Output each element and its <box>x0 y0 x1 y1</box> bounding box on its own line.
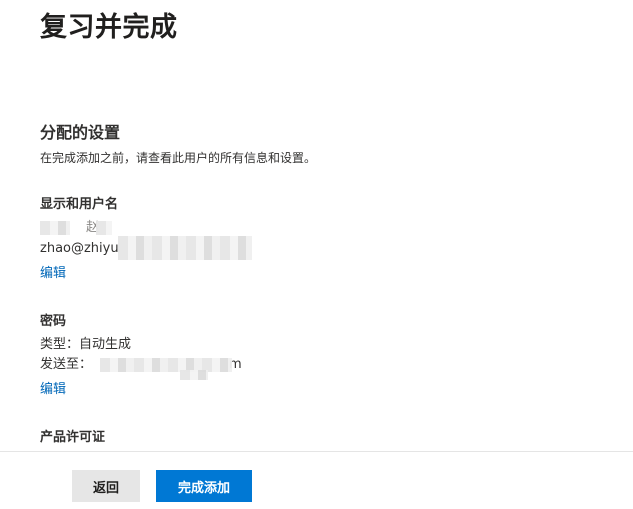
redacted-display-name <box>40 221 70 235</box>
edit-display-name-link[interactable]: 编辑 <box>40 265 66 283</box>
page-title: 复习并完成 <box>40 12 178 43</box>
redacted-username <box>118 236 252 260</box>
redacted-send-to-fragment <box>180 370 208 380</box>
send-to-label: 发送至： <box>40 357 93 372</box>
username-value: zhao@zhiyu <box>40 241 119 256</box>
password-type: 类型：自动生成 <box>40 337 132 352</box>
display-name-heading: 显示和用户名 <box>40 197 119 212</box>
edit-password-link[interactable]: 编辑 <box>40 381 66 399</box>
finish-adding-button[interactable]: 完成添加 <box>156 470 252 502</box>
redacted-display-name-tail <box>96 221 112 235</box>
review-content[interactable]: 复习并完成 分配的设置 在完成添加之前，请查看此用户的所有信息和设置。 显示和用… <box>0 0 633 451</box>
password-send-to: 发送至： <box>40 356 92 374</box>
back-button[interactable]: 返回 <box>72 470 140 502</box>
section-description: 在完成添加之前，请查看此用户的所有信息和设置。 <box>40 151 317 165</box>
product-license-heading: 产品许可证 <box>40 430 106 445</box>
section-heading: 分配的设置 <box>40 123 121 142</box>
footer-bar: 返回 完成添加 <box>0 451 633 509</box>
password-heading: 密码 <box>40 314 67 329</box>
review-and-finish-page: 复习并完成 分配的设置 在完成添加之前，请查看此用户的所有信息和设置。 显示和用… <box>0 0 633 509</box>
redacted-send-to <box>100 358 232 372</box>
